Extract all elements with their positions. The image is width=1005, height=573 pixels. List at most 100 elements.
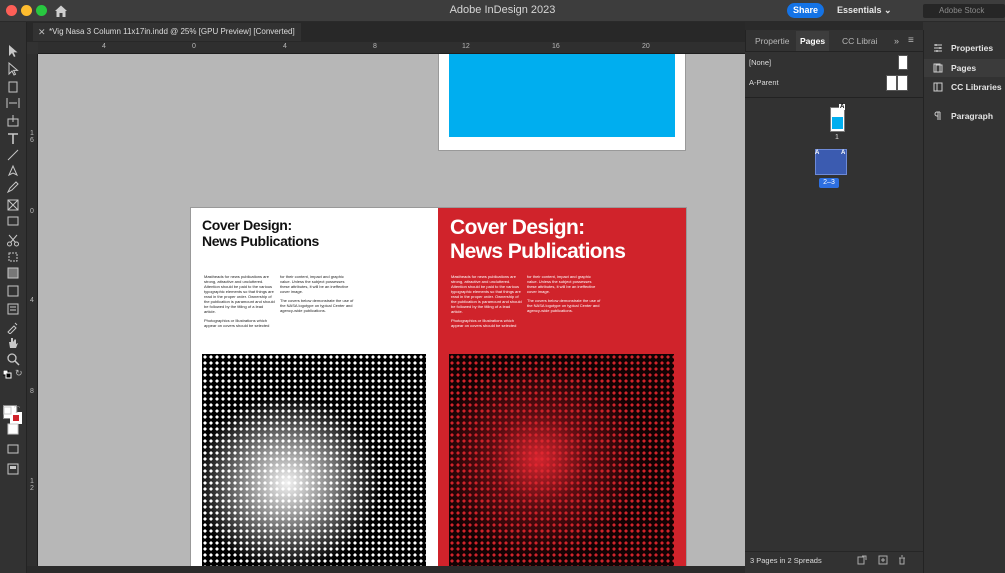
ruler-tick-label: 0	[30, 208, 34, 215]
pen-tool-icon[interactable]	[6, 164, 20, 178]
type-tool-icon[interactable]	[6, 132, 20, 146]
edit-page-size-icon[interactable]	[857, 555, 867, 565]
horizontal-ruler[interactable]: 4 0 4 8 12 16 20	[38, 42, 745, 54]
close-icon[interactable]: ✕	[38, 27, 46, 38]
ruler-tick-label: 0	[192, 43, 196, 50]
body-column-1[interactable]: Mastheads for news publications are stro…	[204, 274, 276, 328]
title-bar: Adobe InDesign 2023 Share Essentials ⌄ A…	[0, 0, 1005, 22]
tab-cc-libraries[interactable]: CC Librai	[838, 31, 881, 51]
hand-tool-icon[interactable]	[6, 336, 20, 350]
view-mode-icon[interactable]	[6, 442, 20, 456]
gap-tool-icon[interactable]	[6, 96, 20, 110]
page-1-thumbnail[interactable]	[830, 107, 845, 132]
body-text: for their content, impact and graphic va…	[280, 274, 349, 294]
rectangle-tool-icon[interactable]	[6, 214, 20, 228]
parent-a[interactable]: A-Parent	[749, 78, 779, 87]
gradient-tool-icon[interactable]	[6, 266, 20, 280]
spread-2-3-label[interactable]: 2–3	[819, 178, 839, 188]
pages-pane: [None] A-Parent A 1 A A 2–3 3 Pages in 2…	[745, 51, 923, 573]
halftone-highlight	[202, 354, 426, 573]
line-tool-icon[interactable]	[6, 148, 20, 162]
share-button[interactable]: Share	[787, 3, 824, 18]
panel-dock: Properties Pages CC Libraries Paragraph	[923, 30, 1005, 573]
page-2-title[interactable]: Cover Design: News Publications	[202, 217, 319, 249]
page-3[interactable]: Cover Design: News Publications Masthead…	[438, 208, 686, 573]
dock-item-label: Paragraph	[951, 111, 994, 121]
scissors-tool-icon[interactable]	[6, 234, 20, 248]
page-1-number: 1	[835, 134, 839, 141]
zoom-tool-icon[interactable]	[6, 352, 20, 366]
panel-expand-icon[interactable]: »	[894, 36, 899, 46]
eyedropper-tool-icon[interactable]	[6, 320, 20, 334]
workspace-switcher[interactable]: Essentials ⌄	[837, 5, 892, 16]
page-2[interactable]: Cover Design: News Publications Masthead…	[191, 208, 438, 573]
spread-3-parent-prefix: A	[841, 150, 846, 156]
body-column-2[interactable]: for their content, impact and graphic va…	[280, 274, 354, 313]
spread-2-parent-prefix: A	[815, 150, 820, 156]
note-tool-icon[interactable]	[6, 302, 20, 316]
halftone-image-black[interactable]	[202, 354, 426, 573]
parent-a-thumb-right[interactable]	[897, 75, 908, 91]
dock-item-paragraph[interactable]: Paragraph	[924, 107, 1005, 125]
ruler-tick-label: 16	[552, 43, 560, 50]
delete-page-icon[interactable]	[897, 555, 907, 565]
rectangle-frame-tool-icon[interactable]	[6, 198, 20, 212]
dock-item-label: Pages	[951, 63, 977, 73]
page-3-title[interactable]: Cover Design: News Publications	[450, 216, 626, 264]
title-line-2: News Publications	[450, 240, 626, 263]
dock-item-cc-libraries[interactable]: CC Libraries	[924, 78, 1005, 96]
parent-none[interactable]: [None]	[749, 58, 771, 67]
halftone-image-red[interactable]	[449, 354, 674, 573]
free-transform-tool-icon[interactable]	[6, 250, 20, 264]
body-text: Mastheads for news publications are stro…	[204, 274, 275, 314]
direct-selection-tool-icon[interactable]	[6, 62, 20, 76]
ruler-tick-label: 4	[283, 43, 287, 50]
ruler-tick-label: 4	[102, 43, 106, 50]
vertical-ruler[interactable]: 1 6 0 4 8 1 2	[27, 54, 38, 573]
thumbnail-content	[832, 117, 843, 129]
body-text: Mastheads for news publications are stro…	[451, 274, 522, 314]
document-canvas[interactable]: Cover Design: News Publications Masthead…	[38, 54, 745, 573]
default-colors-icon[interactable]	[3, 370, 12, 379]
pages-icon	[933, 63, 943, 73]
screen-mode-icon[interactable]	[6, 462, 20, 476]
ruler-tick-label: 1 6	[30, 130, 34, 144]
tab-pages[interactable]: Pages	[796, 31, 830, 51]
parent-none-thumb[interactable]	[898, 55, 908, 70]
panel-menu-icon[interactable]: ≡	[908, 35, 914, 46]
body-column-2[interactable]: for their content, impact and graphic va…	[527, 274, 601, 313]
gradient-feather-tool-icon[interactable]	[6, 284, 20, 298]
page-tool-icon[interactable]	[6, 80, 20, 94]
ruler-tick-label: 12	[462, 43, 470, 50]
ruler-tick-label: 8	[30, 388, 34, 395]
new-page-icon[interactable]	[878, 555, 888, 565]
ruler-tick-label: 8	[373, 43, 377, 50]
body-column-1[interactable]: Mastheads for news publications are stro…	[451, 274, 523, 328]
spread-2-3[interactable]: Cover Design: News Publications Masthead…	[191, 208, 686, 573]
content-collector-tool-icon[interactable]	[6, 114, 20, 128]
pencil-tool-icon[interactable]	[6, 180, 20, 194]
status-bar	[27, 566, 745, 573]
dock-item-pages[interactable]: Pages	[924, 59, 1005, 77]
tab-properties[interactable]: Propertie	[751, 31, 794, 51]
body-text: Photographics or Illustrations which app…	[451, 318, 517, 328]
panel-collapse-bar[interactable]	[745, 22, 923, 30]
document-tab[interactable]: *Vig Nasa 3 Column 11x17in.indd @ 25% [G…	[33, 23, 301, 41]
dock-item-properties[interactable]: Properties	[924, 39, 1005, 57]
library-icon	[933, 82, 943, 92]
selection-tool-icon[interactable]	[6, 44, 20, 58]
formatting-text-icon[interactable]: T	[14, 405, 20, 415]
swap-colors-icon[interactable]: ↻	[15, 368, 23, 379]
parent-a-thumb-left[interactable]	[886, 75, 897, 91]
formatting-container-icon[interactable]	[3, 406, 12, 415]
halftone-highlight	[449, 354, 674, 573]
sliders-icon	[934, 44, 942, 52]
page-1[interactable]	[438, 54, 686, 151]
chevron-down-icon: ⌄	[884, 5, 892, 15]
body-text: for their content, impact and graphic va…	[527, 274, 596, 294]
apply-color-icon[interactable]	[6, 422, 20, 436]
body-text: Photographics or Illustrations which app…	[204, 318, 270, 328]
adobe-stock-search-input[interactable]: Adobe Stock	[923, 4, 1005, 18]
dock-item-label: CC Libraries	[951, 82, 1002, 92]
cyan-image-frame[interactable]	[449, 54, 675, 137]
